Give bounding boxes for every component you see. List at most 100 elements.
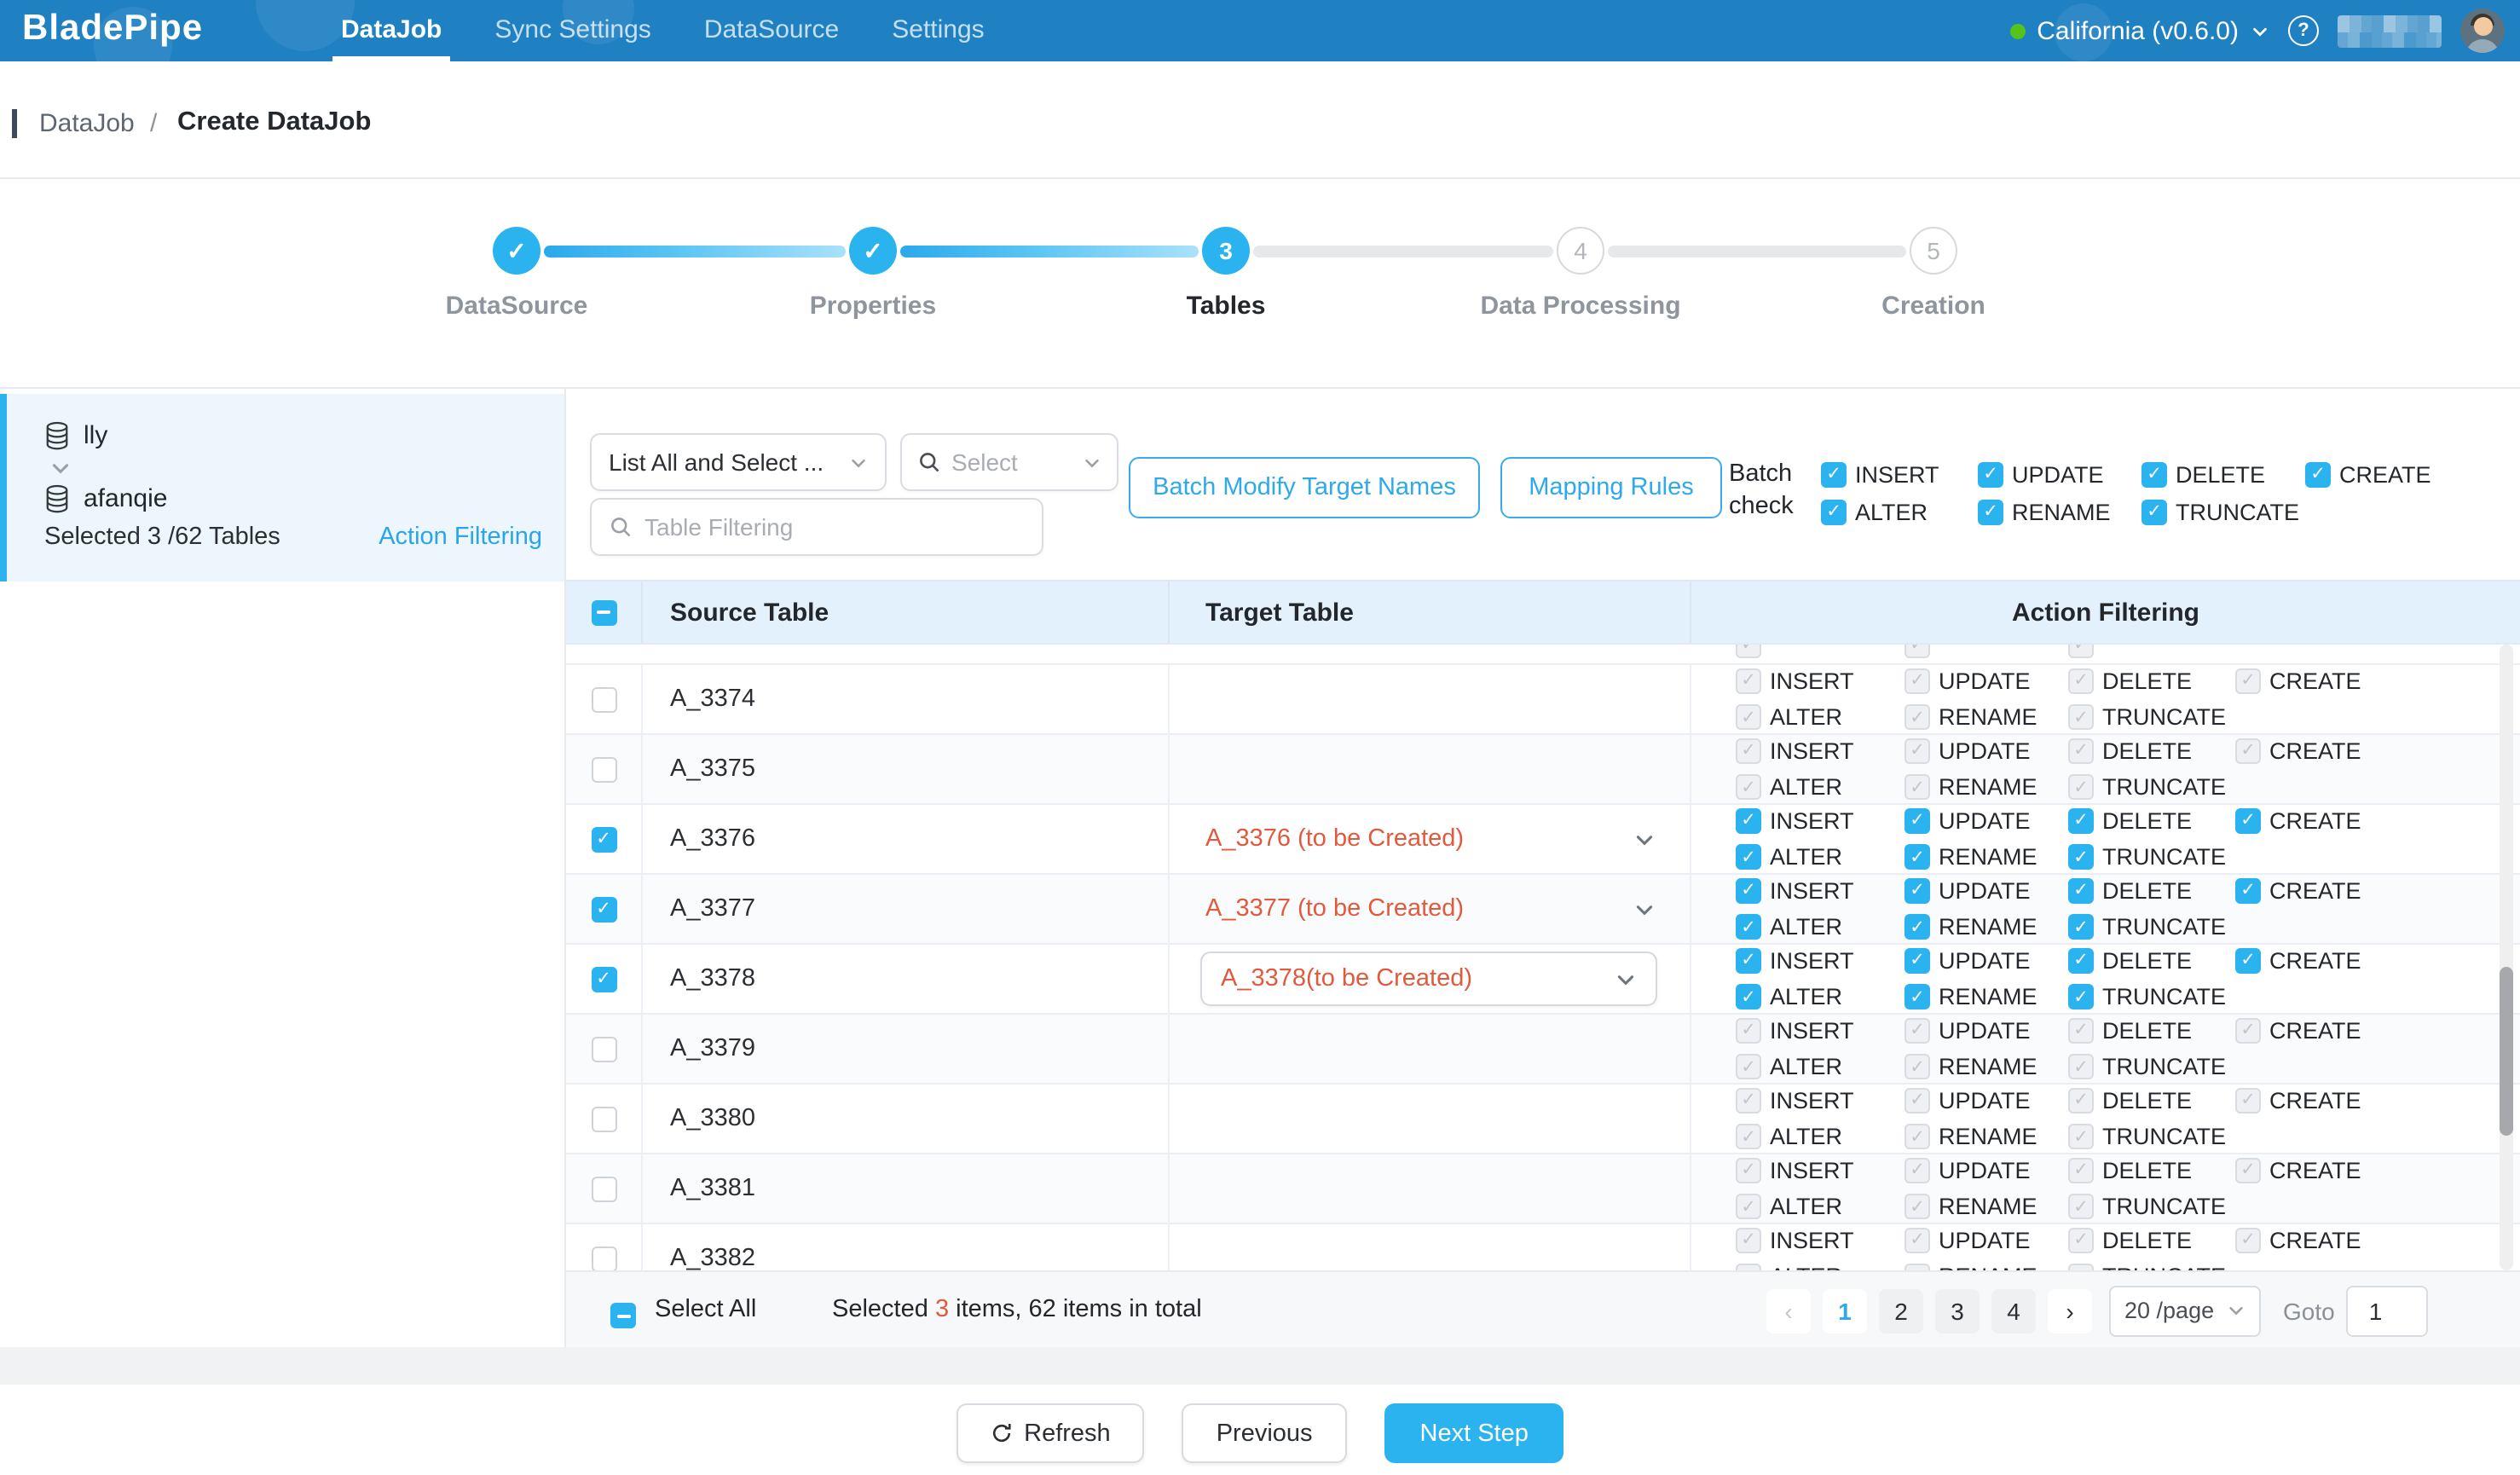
checkbox-insert[interactable]: ✓ <box>1736 948 1761 974</box>
select-all-checkbox[interactable] <box>610 1304 636 1329</box>
checkbox-delete[interactable]: ✓ <box>2068 878 2094 904</box>
batch-action-insert[interactable]: ✓INSERT <box>1821 462 1978 488</box>
checkbox-insert[interactable]: ✓ <box>1736 878 1761 904</box>
batch-action-update[interactable]: ✓UPDATE <box>1978 462 2141 488</box>
batch-action-delete[interactable]: ✓DELETE <box>2141 462 2305 488</box>
batch-action-truncate[interactable]: ✓TRUNCATE <box>2141 500 2305 525</box>
action-label: UPDATE <box>1939 1158 2031 1183</box>
goto-page-input[interactable]: 1 <box>2347 1285 2429 1336</box>
action-delete: ✓DELETE <box>2068 1088 2235 1113</box>
action-filtering-link[interactable]: Action Filtering <box>379 523 542 551</box>
previous-button[interactable]: Previous <box>1182 1403 1347 1463</box>
action-label: TRUNCATE <box>2102 1194 2226 1220</box>
checkbox-delete[interactable]: ✓ <box>2068 948 2094 974</box>
action-create: ✓CREATE <box>2235 1018 2423 1044</box>
checkbox-truncate: ✓ <box>2068 705 2094 731</box>
checkbox-create[interactable]: ✓ <box>2235 878 2261 904</box>
checkbox-insert[interactable]: ✓ <box>1821 462 1847 488</box>
checkbox-alter[interactable]: ✓ <box>1736 845 1761 871</box>
next-step-button[interactable]: Next Step <box>1384 1403 1564 1463</box>
row-select-checkbox[interactable]: ✓ <box>591 826 616 852</box>
page-button-3[interactable]: 3 <box>1935 1288 1980 1333</box>
batch-action-label: RENAME <box>2012 500 2111 525</box>
row-select-checkbox[interactable] <box>591 756 616 782</box>
action-filtering-cell: ✓INSERT✓UPDATE✓DELETE✓CREATE✓ALTER✓RENAM… <box>1691 1015 2520 1083</box>
checkbox-update[interactable]: ✓ <box>1978 462 2003 488</box>
checkbox-truncate[interactable]: ✓ <box>2068 985 2094 1010</box>
checkbox-rename[interactable]: ✓ <box>1904 985 1930 1010</box>
checkbox-create[interactable]: ✓ <box>2305 462 2331 488</box>
target-table-header: Target Table <box>1170 581 1691 643</box>
row-select-checkbox[interactable] <box>591 1106 616 1131</box>
nav-item-sync-settings[interactable]: Sync Settings <box>494 0 650 61</box>
nav-item-datasource[interactable]: DataSource <box>704 0 839 61</box>
batch-modify-target-names-button[interactable]: Batch Modify Target Names <box>1129 457 1480 518</box>
checkbox-update[interactable]: ✓ <box>1904 878 1930 904</box>
action-label: INSERT <box>1770 1228 1854 1253</box>
page-button-2[interactable]: 2 <box>1879 1288 1923 1333</box>
help-icon[interactable]: ? <box>2288 15 2319 46</box>
batch-action-alter[interactable]: ✓ALTER <box>1821 500 1978 525</box>
checkbox-rename[interactable]: ✓ <box>1978 500 2003 525</box>
batch-action-rename[interactable]: ✓ RENAME <box>1978 500 2141 525</box>
nav-item-datajob[interactable]: DataJob <box>341 0 442 61</box>
username-redacted[interactable] <box>2338 14 2442 47</box>
checkbox-update[interactable]: ✓ <box>1904 808 1930 834</box>
row-select-checkbox[interactable] <box>591 1036 616 1061</box>
checkbox-insert[interactable]: ✓ <box>1736 808 1761 834</box>
action-label: INSERT <box>1770 738 1854 764</box>
table-filter-input[interactable]: Table Filtering <box>590 498 1043 556</box>
target-table-select[interactable]: A_3378(to be Created) <box>1200 952 1657 1006</box>
breadcrumb-parent[interactable]: DataJob <box>39 109 135 138</box>
page-size-select[interactable]: 20 /page <box>2109 1285 2261 1336</box>
mapping-rules-button[interactable]: Mapping Rules <box>1500 457 1722 518</box>
target-table-name: A_3376 (to be Created) <box>1170 825 1464 853</box>
checkbox-truncate[interactable]: ✓ <box>2068 915 2094 940</box>
datasource-pair-item[interactable]: lly afanqie Selected 3 /62 Tables Action… <box>0 394 564 581</box>
step-label-data-processing: Data Processing <box>1427 292 1734 321</box>
checkbox-rename[interactable]: ✓ <box>1904 915 1930 940</box>
list-mode-select[interactable]: List All and Select ... <box>590 433 887 491</box>
action-alter: ✓ALTER <box>1736 915 1904 940</box>
batch-action-create[interactable]: ✓CREATE <box>2305 462 2459 488</box>
page-button-1[interactable]: 1 <box>1823 1288 1867 1333</box>
refresh-button[interactable]: Refresh <box>956 1403 1145 1463</box>
next-page-button[interactable]: › <box>2048 1288 2092 1333</box>
checkbox-create[interactable]: ✓ <box>2235 808 2261 834</box>
row-select-checkbox[interactable] <box>591 686 616 712</box>
action-filtering-cell: ✓INSERT✓UPDATE✓DELETE✓CREATE✓ALTER✓RENAM… <box>1691 665 2520 733</box>
checkbox-delete[interactable]: ✓ <box>2141 462 2167 488</box>
table-search-select[interactable]: Select <box>900 433 1118 491</box>
row-select-checkbox[interactable] <box>591 1176 616 1201</box>
avatar[interactable] <box>2460 9 2505 53</box>
row-select-checkbox[interactable]: ✓ <box>591 896 616 922</box>
checkbox-update[interactable]: ✓ <box>1904 948 1930 974</box>
page-button-4[interactable]: 4 <box>1991 1288 2036 1333</box>
checkbox-truncate[interactable]: ✓ <box>2141 500 2167 525</box>
action-label: CREATE <box>2269 878 2361 904</box>
checkbox-alter[interactable]: ✓ <box>1736 985 1761 1010</box>
chevron-down-icon[interactable] <box>1633 898 1656 920</box>
checkbox-insert: ✓ <box>1736 1158 1761 1183</box>
checkbox-rename[interactable]: ✓ <box>1904 845 1930 871</box>
checkbox-truncate[interactable]: ✓ <box>2068 845 2094 871</box>
table-scrollbar-thumb[interactable] <box>2500 967 2513 1136</box>
checkbox-alter: ✓ <box>1736 1264 1761 1271</box>
nav-item-settings[interactable]: Settings <box>892 0 984 61</box>
checkbox-create[interactable]: ✓ <box>2235 948 2261 974</box>
row-select-checkbox[interactable]: ✓ <box>591 966 616 992</box>
action-insert: ✓INSERT <box>1736 1018 1904 1044</box>
chevron-down-icon[interactable] <box>1633 828 1656 850</box>
checkbox-delete[interactable]: ✓ <box>2068 808 2094 834</box>
action-label: CREATE <box>2269 808 2361 834</box>
checkbox-alter[interactable]: ✓ <box>1821 500 1847 525</box>
action-insert: ✓INSERT <box>1736 668 1904 694</box>
action-label: RENAME <box>1939 915 2037 940</box>
checkbox-alter[interactable]: ✓ <box>1736 915 1761 940</box>
step-connector <box>1253 246 1553 257</box>
checkbox-delete: ✓ <box>2068 738 2094 764</box>
select-all-header-checkbox[interactable] <box>591 599 616 625</box>
app-logo[interactable]: BladePipe <box>22 9 203 49</box>
environment-selector[interactable]: California (v0.6.0) <box>2009 16 2269 45</box>
row-select-checkbox[interactable] <box>591 1246 616 1270</box>
